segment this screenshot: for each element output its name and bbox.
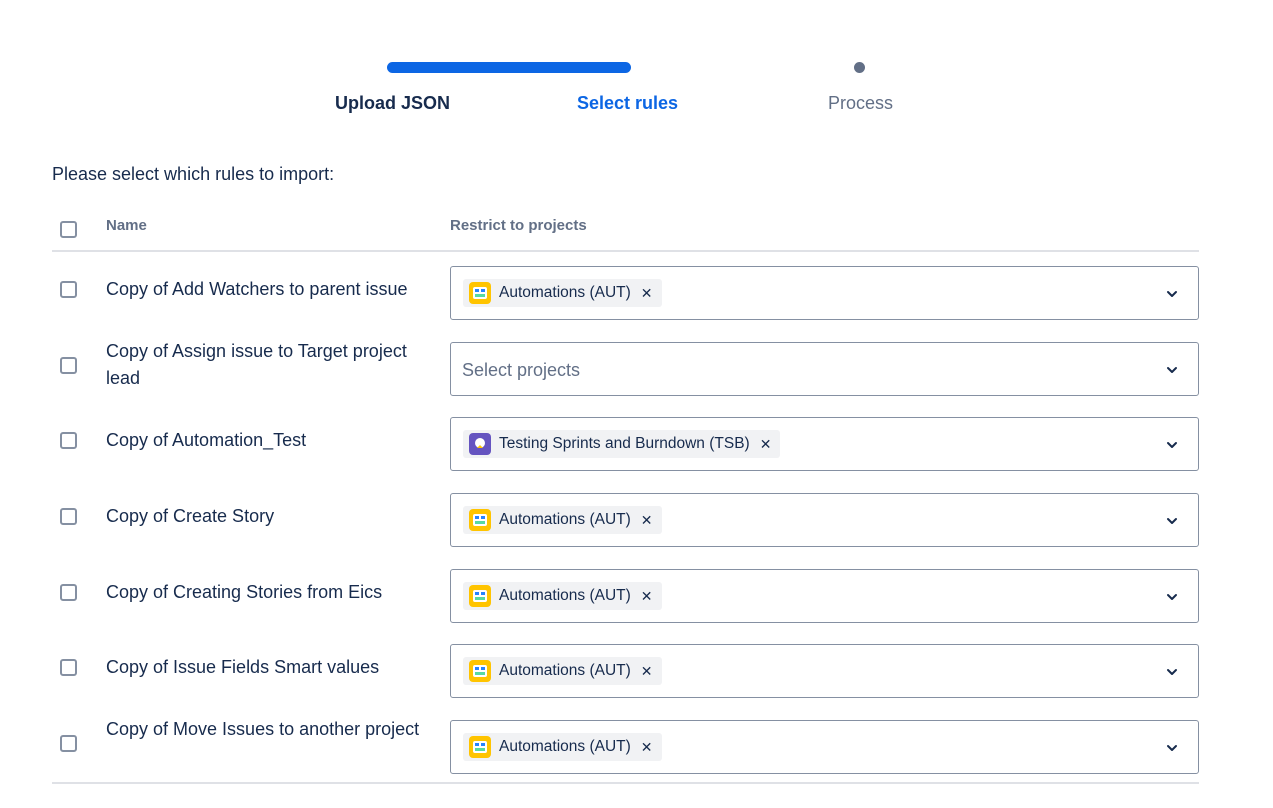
rule-checkbox[interactable] xyxy=(60,735,77,753)
remove-tag-icon[interactable]: ✕ xyxy=(641,286,653,300)
table-bottom-divider xyxy=(52,782,1199,784)
remove-tag-icon[interactable]: ✕ xyxy=(760,437,772,451)
select-placeholder: Select projects xyxy=(462,359,581,380)
project-tag-label: Testing Sprints and Burndown (TSB) xyxy=(499,435,750,453)
chevron-down-icon[interactable] xyxy=(1164,589,1180,605)
chevron-down-icon[interactable] xyxy=(1164,664,1180,680)
project-tag-label: Automations (AUT) xyxy=(499,284,631,301)
project-tag: Automations (AUT) ✕ xyxy=(463,506,662,535)
project-tag: Automations (AUT) ✕ xyxy=(463,279,662,307)
table-row: Copy of Create Story Automations (AUT) ✕ xyxy=(52,479,1199,555)
rule-name: Copy of Move Issues to another project xyxy=(106,719,420,740)
project-select[interactable]: Automations (AUT) ✕ xyxy=(450,720,1199,775)
progress-step-dot xyxy=(854,62,865,73)
project-select[interactable]: Select projects xyxy=(450,341,1199,396)
instruction-text: Please select which rules to import: xyxy=(52,164,335,184)
project-select[interactable]: Automations (AUT) ✕ xyxy=(450,568,1199,623)
step-select-rules: Select rules xyxy=(577,93,679,113)
project-select[interactable]: Automations (AUT) ✕ xyxy=(450,493,1199,548)
tsb-avatar-icon xyxy=(469,433,491,456)
table-row: Copy of Automation_Test Testing Sprints a… xyxy=(52,403,1199,479)
table-body: Copy of Add Watchers to parent issue Auto… xyxy=(52,252,1199,782)
chevron-down-icon[interactable] xyxy=(1164,740,1180,756)
progress-tracker: Upload JSON Select rules Process xyxy=(0,0,1273,130)
rule-checkbox[interactable] xyxy=(60,508,77,526)
rule-checkbox[interactable] xyxy=(60,356,77,374)
automations-avatar-icon xyxy=(469,736,491,759)
table-row: Copy of Add Watchers to parent issue Auto… xyxy=(52,252,1199,328)
table-row: Copy of Creating Stories from Eics Automa… xyxy=(52,555,1199,631)
automations-avatar-icon xyxy=(469,509,491,532)
table-header: Name Restrict to projects xyxy=(52,205,1199,252)
project-tag-label: Automations (AUT) xyxy=(499,511,631,529)
chevron-down-icon[interactable] xyxy=(1164,437,1180,453)
automations-avatar-icon xyxy=(469,584,491,607)
remove-tag-icon[interactable]: ✕ xyxy=(641,664,653,678)
rule-checkbox[interactable] xyxy=(60,583,77,601)
remove-tag-icon[interactable]: ✕ xyxy=(641,589,653,603)
project-tag-label: Automations (AUT) xyxy=(499,738,631,756)
project-tag: Automations (AUT) ✕ xyxy=(463,581,662,610)
automations-avatar-icon xyxy=(469,660,491,683)
project-select[interactable]: Testing Sprints and Burndown (TSB) ✕ xyxy=(450,417,1199,472)
table-row: Copy of Assign issue to Target project l… xyxy=(52,328,1199,404)
chevron-down-icon[interactable] xyxy=(1164,362,1180,378)
project-tag: Testing Sprints and Burndown (TSB) ✕ xyxy=(463,430,781,459)
column-header-name: Name xyxy=(106,217,147,234)
rule-checkbox[interactable] xyxy=(60,432,77,450)
automations-avatar-icon xyxy=(469,282,491,304)
project-tag-label: Automations (AUT) xyxy=(499,586,631,604)
table-row: Copy of Issue Fields Smart values Automat… xyxy=(52,630,1199,706)
rule-name: Copy of Automation_Test xyxy=(106,430,307,451)
project-tag-label: Automations (AUT) xyxy=(499,662,631,680)
rule-checkbox[interactable] xyxy=(60,281,77,298)
remove-tag-icon[interactable]: ✕ xyxy=(641,513,653,527)
remove-tag-icon[interactable]: ✕ xyxy=(641,740,653,754)
rules-table: Name Restrict to projects Copy of Add Wa… xyxy=(52,205,1199,782)
table-row: Copy of Move Issues to another project Au… xyxy=(52,706,1199,782)
progress-bar-completed xyxy=(387,62,631,73)
column-header-restrict: Restrict to projects xyxy=(450,217,587,234)
chevron-down-icon[interactable] xyxy=(1164,513,1180,529)
project-select[interactable]: Automations (AUT) ✕ xyxy=(450,266,1199,320)
step-upload-json: Upload JSON xyxy=(335,93,451,113)
chevron-down-icon[interactable] xyxy=(1164,286,1180,302)
project-tag: Automations (AUT) ✕ xyxy=(463,657,662,686)
rule-name: Copy of Add Watchers to parent issue xyxy=(106,279,408,299)
rule-name: Copy of Create Story xyxy=(106,506,275,527)
rule-name: Copy of Creating Stories from Eics xyxy=(106,581,383,602)
step-process: Process xyxy=(828,93,894,113)
select-all-checkbox[interactable] xyxy=(60,221,77,238)
rule-name: Copy of Issue Fields Smart values xyxy=(106,657,380,678)
rule-name: Copy of Assign issue to Target project l… xyxy=(106,340,407,388)
project-tag: Automations (AUT) ✕ xyxy=(463,733,662,762)
project-select[interactable]: Automations (AUT) ✕ xyxy=(450,644,1199,699)
rule-checkbox[interactable] xyxy=(60,659,77,677)
